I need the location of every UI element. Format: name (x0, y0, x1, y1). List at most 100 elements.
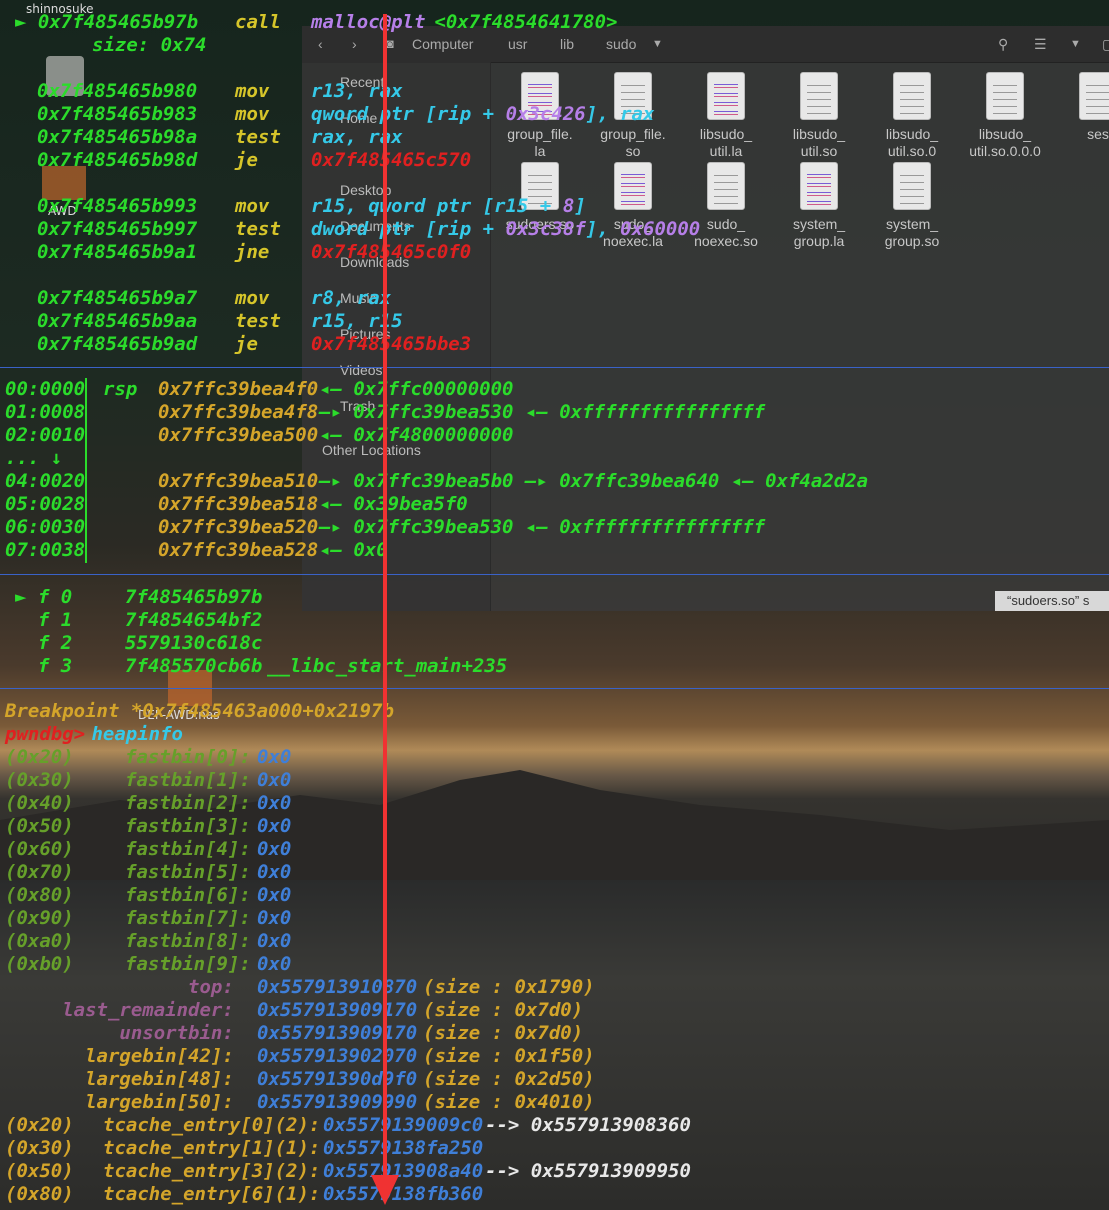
terminal-text: ], (585, 218, 621, 240)
terminal-text: (0x20) (5, 746, 74, 768)
terminal-text: 0x7f485465bbe3 (311, 333, 472, 355)
terminal-text: 0x60000 (620, 218, 701, 240)
terminal-text: mov (235, 195, 270, 217)
terminal-text: fastbin[0]: (125, 746, 251, 768)
terminal-text: size: 0x74 (92, 34, 207, 56)
terminal-text: fastbin[1]: (125, 769, 251, 791)
terminal-text: 0x0 (257, 838, 292, 860)
terminal-text: (0x80) (5, 884, 74, 906)
terminal-text: 0x0 (257, 907, 292, 929)
terminal-text: 0x0 (257, 930, 292, 952)
terminal-text: 0x7ffc39bea500 (158, 424, 319, 446)
terminal-text: malloc@plt (311, 11, 426, 33)
terminal-text: 0x557913909170 (257, 999, 418, 1021)
terminal-text: 02:0010 (5, 424, 86, 446)
terminal-text: ◂— 0x39bea5f0 (319, 493, 468, 515)
terminal-text: 04:0020 (5, 470, 86, 492)
terminal-text: last_remainder: (5, 999, 234, 1021)
terminal-text: (size : 0x2d50) (423, 1068, 595, 1090)
terminal-text: ► f 0 (15, 586, 73, 608)
terminal-text: 0x55791390d9f0 (257, 1068, 418, 1090)
terminal-text: 0x557913902070 (257, 1045, 418, 1067)
terminal-text: tcache_entry[3](2): (103, 1160, 321, 1182)
terminal-text: 0x3c38f (505, 218, 586, 240)
terminal-text: qword ptr [rip + (311, 103, 506, 125)
terminal-text: largebin[42]: (5, 1045, 234, 1067)
terminal-text: 0x7f485465b98a (37, 126, 198, 148)
terminal-text: 0x7ffc39bea510 (158, 470, 319, 492)
terminal-text: 0x3c426 (505, 103, 586, 125)
terminal-text: largebin[50]: (5, 1091, 234, 1113)
terminal-text: fastbin[8]: (125, 930, 251, 952)
terminal-text: (0x50) (5, 1160, 74, 1182)
terminal-text: (0x70) (5, 861, 74, 883)
terminal-text: 06:0030 (5, 516, 86, 538)
terminal-text: 0x0 (257, 792, 292, 814)
terminal-text: jne (235, 241, 270, 263)
terminal-text: 7f4854654bf2 (125, 609, 263, 631)
terminal-text: f 2 (15, 632, 73, 654)
terminal-text: heapinfo (80, 723, 183, 745)
terminal-text: (size : 0x7d0) (423, 999, 584, 1021)
terminal-text: f 1 (15, 609, 73, 631)
terminal-text: 0x7f485465c570 (311, 149, 472, 171)
terminal-text: ], rax (585, 103, 655, 125)
terminal-text: 0x0 (257, 769, 292, 791)
terminal-text: (0x20) (5, 1114, 74, 1136)
terminal-text: call (235, 11, 281, 33)
terminal-text: ◂— 0x7ffc00000000 (319, 378, 514, 400)
terminal-text: 0x7f485465b9a7 (37, 287, 198, 309)
terminal-text: (0xa0) (5, 930, 74, 952)
section-divider (0, 574, 1109, 575)
terminal-text: 07:0038 (5, 539, 86, 561)
section-divider (0, 367, 1109, 368)
terminal-text: (size : 0x1f50) (423, 1045, 595, 1067)
terminal-text: 0x557913910870 (257, 976, 418, 998)
terminal-text: r8, rax (311, 287, 392, 309)
terminal-text: tcache_entry[6](1): (103, 1183, 321, 1205)
terminal-text: largebin[48]: (5, 1068, 234, 1090)
terminal-text: --> 0x557913909950 (485, 1160, 691, 1182)
annotation-arrow-line (383, 14, 387, 1194)
terminal-text: 0x5579138fa250 (323, 1137, 484, 1159)
terminal-text: fastbin[6]: (125, 884, 251, 906)
terminal-text: fastbin[3]: (125, 815, 251, 837)
terminal-text: 0x7ffc39bea528 (158, 539, 319, 561)
terminal-text: ◂— 0x7f4800000000 (319, 424, 514, 446)
terminal-text: (size : 0x7d0) (423, 1022, 584, 1044)
terminal-text: 7f485570cb6b (125, 655, 263, 677)
pwndbg-terminal[interactable]: ► 0x7f485465b97b call malloc@plt <0x7f4854… (0, 0, 1109, 1210)
terminal-text: tcache_entry[1](1): (103, 1137, 321, 1159)
terminal-text: 0x7ffc39bea4f0 (158, 378, 319, 400)
terminal-text: fastbin[7]: (125, 907, 251, 929)
terminal-text: 0x7f485465b993 (37, 195, 198, 217)
terminal-text: 7f485465b97b (125, 586, 263, 608)
terminal-text: (0x40) (5, 792, 74, 814)
terminal-text: (0x80) (5, 1183, 74, 1205)
terminal-text: (0x50) (5, 815, 74, 837)
terminal-text: fastbin[5]: (125, 861, 251, 883)
terminal-text: (size : 0x4010) (423, 1091, 595, 1113)
terminal-text: (0x90) (5, 907, 74, 929)
terminal-text: 0x7f485465b983 (37, 103, 198, 125)
terminal-text: 0x0 (257, 746, 292, 768)
terminal-text: test (235, 218, 281, 240)
terminal-text: ... ↓ (5, 447, 63, 469)
terminal-text: 0x7f485465b980 (37, 80, 198, 102)
terminal-text: (0x60) (5, 838, 74, 860)
terminal-text: 01:0008 (5, 401, 86, 423)
terminal-text: 0x5579138fb360 (323, 1183, 484, 1205)
stack-gutter (85, 378, 87, 563)
terminal-text: 0x7f485465b997 (37, 218, 198, 240)
terminal-text: 0x557913908a40 (323, 1160, 484, 1182)
terminal-text: (0xb0) (5, 953, 74, 975)
terminal-text: --> 0x557913908360 (485, 1114, 691, 1136)
terminal-text: r15, r15 (311, 310, 403, 332)
terminal-text: 0x5579139009c0 (323, 1114, 484, 1136)
terminal-text: test (235, 126, 281, 148)
terminal-text: 0x7ffc39bea4f8 (158, 401, 319, 423)
terminal-text: ] (574, 195, 586, 217)
section-divider (0, 688, 1109, 689)
terminal-text: __libc_start_main+235 (267, 655, 508, 677)
terminal-text: ► 0x7f485465b97b (15, 11, 199, 33)
